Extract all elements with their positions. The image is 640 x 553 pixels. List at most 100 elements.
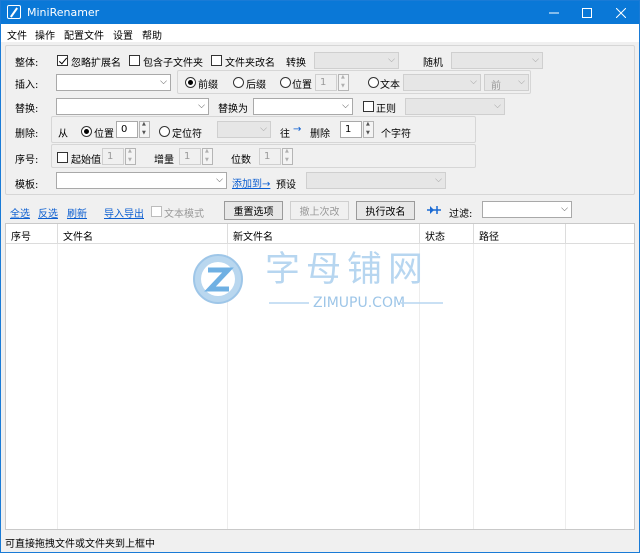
chevron-down-icon: ⌵ (532, 55, 539, 65)
reset-options-button[interactable]: 重置选项 (224, 201, 283, 220)
column-header-filler (566, 224, 634, 244)
menu-settings[interactable]: 设置 (113, 27, 133, 42)
app-icon (7, 5, 21, 19)
text-mode-label: 文本模式 (164, 209, 204, 220)
replace-with-combo[interactable]: ⌵ (253, 98, 353, 115)
chevron-down-icon: ⌵ (198, 101, 205, 111)
chevron-down-icon: ⌵ (160, 77, 167, 87)
random-label: 随机 (423, 58, 443, 69)
menu-profile[interactable]: 配置文件 (64, 27, 104, 42)
serial-increment-label: 增量 (154, 155, 174, 166)
menu-operation[interactable]: 操作 (35, 27, 55, 42)
import-export-link[interactable]: 导入导出 (104, 205, 144, 220)
column-header-index[interactable]: 序号 (6, 224, 58, 244)
insert-prefix-label: 前缀 (198, 80, 218, 91)
column-header-new-filename[interactable]: 新文件名 (228, 224, 420, 244)
maximize-button[interactable] (572, 1, 602, 24)
delete-count-stepper[interactable] (363, 121, 374, 138)
delete-position-spinner[interactable]: 0 (116, 121, 138, 138)
convert-select[interactable]: ⌵ (314, 52, 399, 69)
preset-select[interactable]: ⌵ (306, 172, 446, 189)
serial-digits-spinner[interactable]: 1 (259, 148, 281, 165)
replace-find-combo[interactable]: ⌵ (56, 98, 209, 115)
filter-label: 过滤: (449, 209, 473, 220)
serial-start-label: 起始值 (71, 155, 101, 166)
refresh-link[interactable]: 刷新 (67, 205, 87, 220)
regex-select[interactable]: ⌵ (405, 98, 505, 115)
insert-text-select[interactable]: ⌵ (403, 74, 481, 91)
pin-icon[interactable] (427, 205, 441, 215)
window-title: MiniRenamer (27, 6, 100, 19)
column-divider (474, 244, 566, 529)
menu-file[interactable]: 文件 (7, 27, 27, 42)
insert-before-value: 前 (491, 81, 501, 92)
insert-position-value: 1 (320, 77, 327, 88)
folder-rename-checkbox[interactable] (211, 55, 222, 66)
serial-start-spinner[interactable]: 1 (102, 148, 124, 165)
select-all-link[interactable]: 全选 (10, 205, 30, 220)
serial-start-stepper[interactable] (125, 148, 136, 165)
preset-label: 预设 (276, 180, 296, 191)
delete-direction-arrow-icon[interactable]: → (293, 124, 301, 135)
delete-locator-select[interactable]: ⌵ (217, 121, 271, 138)
random-select[interactable]: ⌵ (451, 52, 543, 69)
file-list-table[interactable]: 序号 文件名 新文件名 状态 路径 (5, 223, 635, 530)
column-header-filename[interactable]: 文件名 (58, 224, 228, 244)
chevron-down-icon: ⌵ (470, 77, 477, 87)
chevron-down-icon: ⌵ (388, 55, 395, 65)
insert-before-select[interactable]: 前 ⌵ (484, 74, 529, 92)
insert-suffix-radio[interactable] (233, 77, 244, 88)
invert-selection-link[interactable]: 反选 (38, 205, 58, 220)
execute-rename-button[interactable]: 执行改名 (356, 201, 415, 220)
ignore-extension-label: 忽略扩展名 (71, 58, 121, 69)
chevron-down-icon: ⌵ (561, 204, 568, 214)
delete-word-label: 删除 (310, 129, 330, 140)
ignore-extension-checkbox[interactable] (57, 55, 68, 66)
serial-digits-value: 1 (264, 151, 271, 162)
serial-digits-stepper[interactable] (282, 148, 293, 165)
template-combo[interactable]: ⌵ (56, 172, 227, 189)
operation-label: 整体: (15, 58, 39, 69)
column-divider (58, 244, 228, 529)
folder-rename-label: 文件夹改名 (225, 58, 275, 69)
serial-start-checkbox[interactable] (57, 152, 68, 163)
insert-text-radio[interactable] (368, 77, 379, 88)
insert-prefix-radio[interactable] (185, 77, 196, 88)
insert-text-combo[interactable]: ⌵ (56, 74, 171, 91)
regex-label: 正则 (376, 104, 396, 115)
close-button[interactable] (606, 1, 636, 24)
serial-increment-stepper[interactable] (202, 148, 213, 165)
delete-locator-radio[interactable] (159, 126, 170, 137)
menu-help[interactable]: 帮助 (142, 27, 162, 42)
insert-position-stepper[interactable] (338, 74, 349, 91)
column-header-path[interactable]: 路径 (474, 224, 566, 244)
delete-count-spinner[interactable]: 1 (340, 121, 362, 138)
filter-combo[interactable]: ⌵ (482, 201, 572, 218)
insert-position-label: 位置 (292, 80, 312, 91)
chevron-down-icon: ⌵ (342, 101, 349, 111)
insert-label: 插入: (15, 80, 39, 91)
delete-to-label: 往 (280, 129, 290, 140)
include-subfolders-checkbox[interactable] (129, 55, 140, 66)
insert-suffix-label: 后缀 (246, 80, 266, 91)
minimize-button[interactable] (539, 1, 569, 24)
delete-position-value: 0 (121, 124, 128, 135)
column-header-status[interactable]: 状态 (420, 224, 474, 244)
regex-checkbox[interactable] (363, 101, 374, 112)
column-divider (420, 244, 474, 529)
maximize-icon (582, 7, 592, 18)
insert-position-spinner[interactable]: 1 (315, 74, 337, 91)
undo-last-button[interactable]: 撤上次改 (290, 201, 349, 220)
delete-label: 删除: (15, 129, 39, 140)
delete-count-value: 1 (345, 124, 352, 135)
replace-with-label: 替换为 (218, 104, 248, 115)
insert-position-radio[interactable] (280, 77, 291, 88)
add-to-preset-link[interactable]: 添加到→ (232, 175, 270, 190)
delete-from-label: 从 (58, 129, 68, 140)
serial-increment-spinner[interactable]: 1 (179, 148, 201, 165)
title-bar[interactable]: MiniRenamer (1, 1, 639, 24)
text-mode-checkbox[interactable] (151, 206, 162, 217)
serial-digits-label: 位数 (231, 155, 251, 166)
delete-position-stepper[interactable] (139, 121, 150, 138)
delete-position-radio[interactable] (81, 126, 92, 137)
